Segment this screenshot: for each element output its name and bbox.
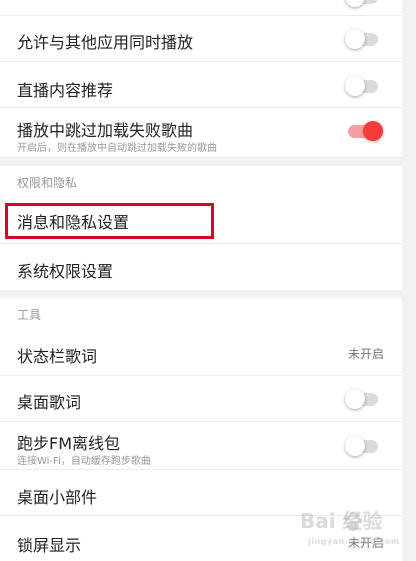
row-statusbar-lyrics[interactable]: 状态栏歌词 未开启 (0, 330, 402, 376)
skip-failed-toggle[interactable] (348, 121, 383, 141)
toggle-knob (345, 389, 365, 409)
row-skip-failed[interactable]: 播放中跳过加载失败歌曲 开启后，则在播放中自动跳过加载失败的歌曲 (0, 108, 402, 158)
toggle-knob (345, 436, 365, 456)
watermark-url: jingyan.baidu.com (308, 537, 400, 546)
row-title: 状态栏歌词 (17, 347, 98, 366)
section-header-privacy: 权限和隐私 (0, 166, 402, 198)
concurrent-play-toggle[interactable] (345, 29, 378, 49)
live-recommend-toggle[interactable] (345, 76, 378, 96)
toggle-knob (345, 76, 365, 96)
row-subtitle: 开启后，则在播放中自动跳过加载失败的歌曲 (17, 143, 217, 154)
run-fm-toggle[interactable] (345, 436, 378, 456)
row-concurrent-play[interactable]: 允许与其他应用同时播放 (0, 16, 402, 62)
row-title: 桌面小部件 (17, 488, 98, 507)
row-title: 桌面歌词 (17, 393, 82, 412)
toggle-knob (345, 29, 365, 49)
section-header-tools: 工具 (0, 298, 402, 330)
row-partial-top (0, 0, 402, 16)
baidu-watermark: Bai 经验 jingyan.baidu.com (300, 505, 410, 553)
section-header-label: 工具 (17, 308, 42, 322)
toggle-knob (345, 0, 365, 7)
desktop-lyrics-toggle[interactable] (345, 389, 378, 409)
row-title: 跑步FM离线包 (17, 434, 121, 453)
row-value: 未开启 (347, 347, 384, 361)
row-title: 直播内容推荐 (17, 81, 114, 100)
row-live-recommend[interactable]: 直播内容推荐 (0, 62, 402, 108)
toggle-partial[interactable] (345, 0, 378, 7)
row-title: 播放中跳过加载失败歌曲 (17, 121, 194, 140)
toggle-knob (363, 121, 383, 141)
row-title: 锁屏显示 (17, 536, 82, 555)
row-title: 允许与其他应用同时播放 (17, 33, 194, 52)
section-divider (0, 158, 416, 166)
paw-icon (344, 511, 363, 531)
section-header-label: 权限和隐私 (17, 176, 78, 190)
row-system-permission[interactable]: 系统权限设置 (0, 244, 402, 290)
row-title: 系统权限设置 (17, 262, 114, 281)
highlight-box (5, 203, 214, 239)
section-divider (0, 290, 416, 298)
row-desktop-lyrics[interactable]: 桌面歌词 (0, 376, 402, 422)
row-run-fm[interactable]: 跑步FM离线包 连接Wi-Fi，自动缓存跑步歌曲 (0, 422, 402, 470)
row-subtitle: 连接Wi-Fi，自动缓存跑步歌曲 (17, 456, 151, 467)
scroll-edge (402, 0, 416, 561)
